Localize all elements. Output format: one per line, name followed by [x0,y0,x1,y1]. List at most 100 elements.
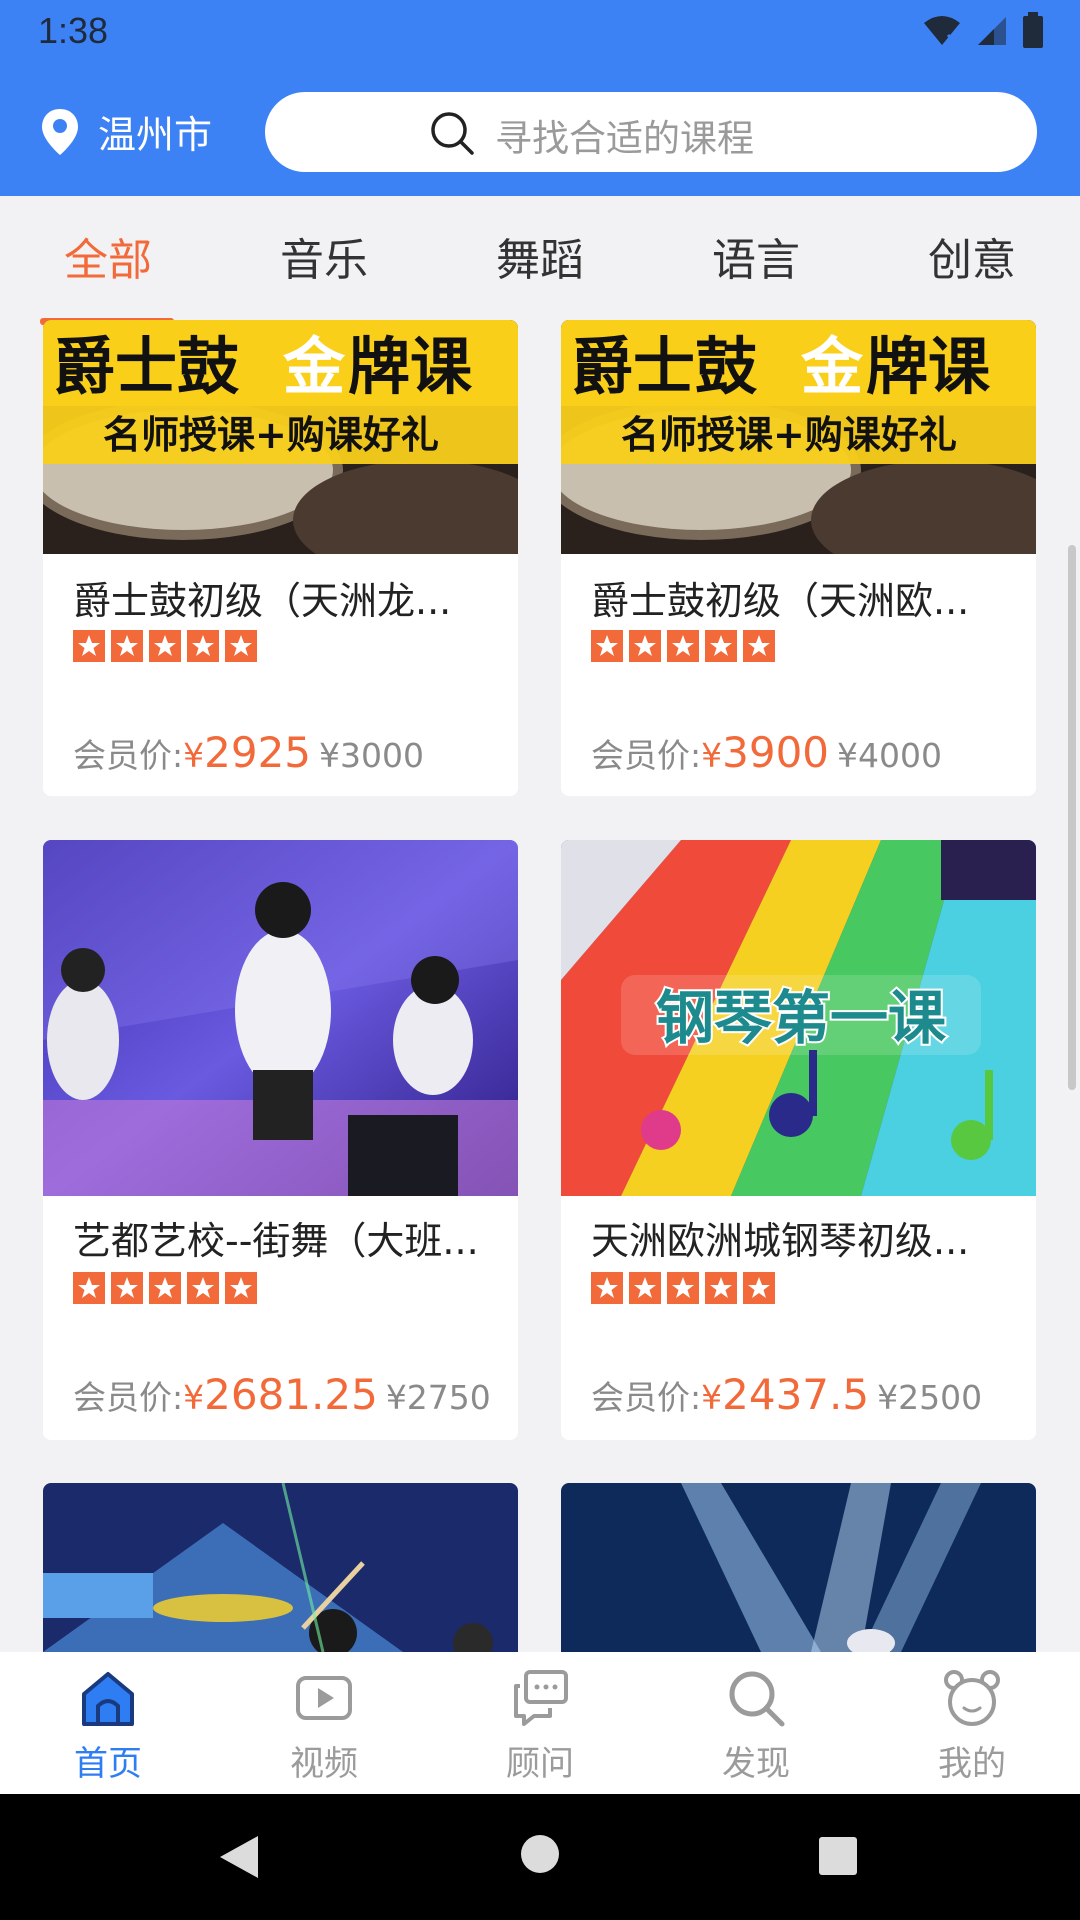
tab-all[interactable]: 全部 [8,224,208,288]
course-title: 艺都艺校--街舞（大班... [73,1219,479,1263]
nav-consultant[interactable]: 顾问 [460,1668,620,1785]
tab-language[interactable]: 语言 [656,224,856,288]
currency-symbol: ¥ [701,1378,723,1417]
tab-music[interactable]: 音乐 [224,224,424,288]
star-icon [149,1272,181,1304]
member-price: 3900 [722,728,830,777]
nav-home-label: 首页 [74,1744,142,1784]
course-thumbnail: 钢琴第一课 [561,840,1036,1196]
nav-profile[interactable]: 我的 [892,1668,1052,1785]
banner-headline: 钢琴第一课 [656,984,947,1052]
course-card[interactable]: 艺都艺校--街舞（大班... 会员价:¥2681.25 ¥2750 [43,840,518,1440]
city-label: 温州市 [98,113,213,157]
course-thumbnail [43,840,518,1196]
star-icon [629,1272,661,1304]
original-price: ¥3000 [319,736,424,775]
scrollbar[interactable] [1068,545,1076,1090]
original-price: ¥2750 [385,1378,491,1417]
wifi-icon [924,16,960,45]
nav-discover-label: 发现 [722,1744,790,1784]
tab-dance[interactable]: 舞蹈 [440,224,640,288]
price-row: 会员价:¥2437.5 ¥2500 [591,1370,982,1419]
star-icon [705,1272,737,1304]
banner-headline: 爵士鼓 [53,330,240,403]
star-icon [111,1272,143,1304]
star-icon [149,630,181,662]
course-title: 天洲欧洲城钢琴初级... [591,1219,970,1263]
banner-headline-highlight: 金 [800,330,864,403]
search-bar[interactable]: 寻找合适的课程 [265,92,1037,172]
status-bar: 1:38 [0,0,1080,64]
course-thumbnail [43,1483,518,1652]
star-icon [111,630,143,662]
course-thumbnail: 爵士鼓 金 牌课 名师授课+购课好礼 [561,320,1036,554]
member-price: 2925 [204,728,312,777]
star-icon [187,630,219,662]
course-card[interactable]: 爵士鼓 金 牌课 名师授课+购课好礼 爵士鼓初级（天洲欧... 会员价:¥390… [561,320,1036,796]
currency-symbol: ¥ [701,736,723,775]
star-icon [73,630,105,662]
price-row: 会员价:¥2681.25 ¥2750 [73,1370,491,1419]
course-title: 爵士鼓初级（天洲欧... [591,579,970,623]
banner-headline-highlight: 金 [282,330,346,403]
member-price: 2681.25 [204,1370,378,1419]
member-price-label: 会员价: [73,736,184,775]
course-thumbnail [561,1483,1036,1652]
course-thumbnail: 爵士鼓 金 牌课 名师授课+购课好礼 [43,320,518,554]
location-selector[interactable]: 温州市 [40,104,212,159]
star-icon [73,1272,105,1304]
course-card[interactable]: 钢琴第一课 天洲欧洲城钢琴初级... 会员价:¥2437.5 ¥2500 [561,840,1036,1440]
category-tabs: 全部 音乐 舞蹈 语言 创意 [0,196,1080,325]
banner-subtitle: 名师授课+购课好礼 [103,413,439,457]
member-price-label: 会员价: [73,1378,184,1417]
home-icon [82,1672,134,1726]
course-card[interactable]: 爵士鼓 金 牌课 名师授课+购课好礼 爵士鼓初级（天洲龙... 会员价:¥292… [43,320,518,796]
bear-icon [944,1670,1000,1726]
bottom-navigation: 首页 视频 顾问 发现 我的 [0,1652,1080,1794]
recents-icon[interactable] [818,1836,858,1876]
price-row: 会员价:¥3900 ¥4000 [591,728,942,777]
nav-consultant-label: 顾问 [506,1744,574,1784]
nav-home[interactable]: 首页 [28,1668,188,1785]
star-icon [743,1272,775,1304]
nav-video-label: 视频 [290,1744,358,1784]
star-icon [667,1272,699,1304]
member-price-label: 会员价: [591,1378,702,1417]
system-navigation-bar [0,1794,1080,1920]
star-icon [591,630,623,662]
banner-headline-end: 牌课 [866,330,991,403]
chat-icon [514,1670,568,1726]
currency-symbol: ¥ [183,736,205,775]
home-button-icon[interactable] [520,1834,560,1874]
star-icon [667,630,699,662]
banner-headline: 爵士鼓 [571,330,758,403]
banner-subtitle: 名师授课+购课好礼 [621,413,957,457]
system-icons [922,12,1044,48]
battery-icon [1023,12,1043,48]
star-icon [225,1272,257,1304]
course-card[interactable] [43,1483,518,1652]
search-placeholder: 寻找合适的课程 [495,117,754,160]
tab-creative[interactable]: 创意 [872,224,1072,288]
currency-symbol: ¥ [183,1378,205,1417]
member-price-label: 会员价: [591,736,702,775]
video-icon [296,1676,352,1720]
location-pin-icon [42,108,78,155]
nav-discover[interactable]: 发现 [676,1668,836,1785]
back-icon[interactable] [218,1834,260,1880]
app-header: 温州市 寻找合适的课程 [0,64,1080,196]
signal-icon [978,17,1006,45]
star-icon [187,1272,219,1304]
star-icon [629,630,661,662]
original-price: ¥2500 [877,1378,983,1417]
search-icon [431,112,474,155]
nav-video[interactable]: 视频 [244,1668,404,1785]
course-title: 爵士鼓初级（天洲龙... [73,579,452,623]
banner-headline-end: 牌课 [348,330,473,403]
original-price: ¥4000 [837,736,942,775]
rating-stars [591,1272,775,1304]
rating-stars [73,630,257,662]
nav-profile-label: 我的 [938,1744,1006,1784]
search-icon [729,1671,785,1727]
course-card[interactable] [561,1483,1036,1652]
